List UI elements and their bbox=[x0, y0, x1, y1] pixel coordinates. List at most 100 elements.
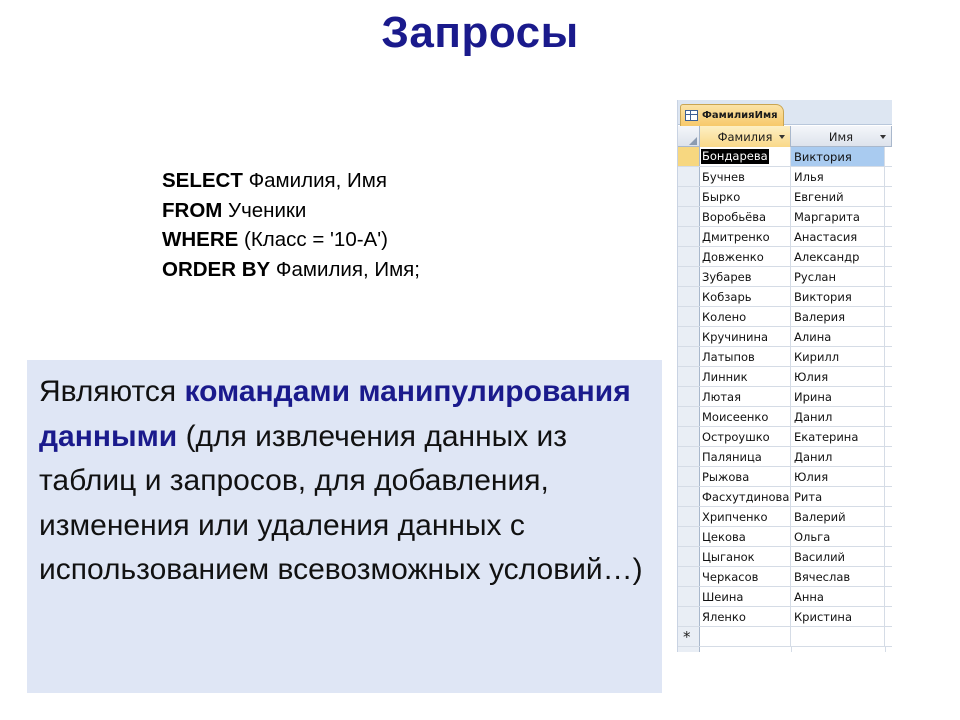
table-row[interactable]: Рыжова Юлия bbox=[678, 467, 892, 487]
table-row[interactable]: Лютая Ирина bbox=[678, 387, 892, 407]
cell-imya[interactable]: Анастасия bbox=[791, 227, 885, 246]
cell-imya[interactable]: Евгений bbox=[791, 187, 885, 206]
cell-imya[interactable]: Руслан bbox=[791, 267, 885, 286]
record-selector[interactable] bbox=[678, 567, 700, 586]
table-row[interactable]: Бырко Евгений bbox=[678, 187, 892, 207]
cell-imya[interactable]: Ольга bbox=[791, 527, 885, 546]
table-row[interactable]: Бондарева Виктория bbox=[678, 147, 892, 167]
record-selector[interactable] bbox=[678, 367, 700, 386]
table-row[interactable]: Черкасов Вячеслав bbox=[678, 567, 892, 587]
table-row[interactable]: Довженко Александр bbox=[678, 247, 892, 267]
record-selector[interactable] bbox=[678, 587, 700, 606]
cell-imya[interactable]: Виктория bbox=[791, 147, 885, 166]
cell-imya[interactable]: Кирилл bbox=[791, 347, 885, 366]
table-row[interactable]: Моисеенко Данил bbox=[678, 407, 892, 427]
cell-familiya[interactable]: Бучнев bbox=[700, 167, 791, 186]
record-selector[interactable] bbox=[678, 387, 700, 406]
table-row[interactable]: Цекова Ольга bbox=[678, 527, 892, 547]
table-row[interactable]: Паляница Данил bbox=[678, 447, 892, 467]
record-selector[interactable] bbox=[678, 247, 700, 266]
sort-filter-dropdown-icon[interactable] bbox=[779, 135, 785, 139]
cell-familiya[interactable]: Остроушко bbox=[700, 427, 791, 446]
query-tab[interactable]: ФамилияИмя bbox=[680, 104, 784, 126]
record-selector[interactable] bbox=[678, 307, 700, 326]
record-selector[interactable] bbox=[678, 607, 700, 626]
cell-imya[interactable]: Алина bbox=[791, 327, 885, 346]
record-selector[interactable] bbox=[678, 487, 700, 506]
record-selector[interactable] bbox=[678, 347, 700, 366]
table-row[interactable]: Кобзарь Виктория bbox=[678, 287, 892, 307]
cell-imya[interactable] bbox=[791, 627, 885, 646]
cell-familiya[interactable]: Колено bbox=[700, 307, 791, 326]
cell-familiya[interactable]: Цыганок bbox=[700, 547, 791, 566]
cell-familiya[interactable]: Кручинина bbox=[700, 327, 791, 346]
table-row[interactable]: Фасхутдинова Рита bbox=[678, 487, 892, 507]
record-selector[interactable] bbox=[678, 467, 700, 486]
record-selector[interactable] bbox=[678, 167, 700, 186]
cell-familiya[interactable]: Довженко bbox=[700, 247, 791, 266]
column-header-familiya[interactable]: Фамилия bbox=[700, 126, 791, 147]
record-selector[interactable] bbox=[678, 287, 700, 306]
cell-imya[interactable]: Валерий bbox=[791, 507, 885, 526]
cell-imya[interactable]: Василий bbox=[791, 547, 885, 566]
cell-familiya[interactable]: Рыжова bbox=[700, 467, 791, 486]
cell-familiya[interactable]: Паляница bbox=[700, 447, 791, 466]
cell-familiya[interactable]: Латыпов bbox=[700, 347, 791, 366]
cell-imya[interactable]: Рита bbox=[791, 487, 885, 506]
cell-familiya[interactable]: Хрипченко bbox=[700, 507, 791, 526]
record-selector[interactable] bbox=[678, 527, 700, 546]
record-selector[interactable] bbox=[678, 207, 700, 226]
record-selector[interactable] bbox=[678, 447, 700, 466]
cell-familiya[interactable]: Черкасов bbox=[700, 567, 791, 586]
table-row[interactable]: Латыпов Кирилл bbox=[678, 347, 892, 367]
cell-imya[interactable]: Юлия bbox=[791, 367, 885, 386]
record-selector[interactable] bbox=[678, 147, 700, 166]
record-selector[interactable] bbox=[678, 427, 700, 446]
cell-familiya[interactable]: Моисеенко bbox=[700, 407, 791, 426]
cell-familiya[interactable]: Яленко bbox=[700, 607, 791, 626]
column-header-imya[interactable]: Имя bbox=[791, 126, 892, 147]
table-row[interactable]: Хрипченко Валерий bbox=[678, 507, 892, 527]
table-row[interactable]: Воробьёва Маргарита bbox=[678, 207, 892, 227]
record-selector[interactable] bbox=[678, 267, 700, 286]
record-selector[interactable] bbox=[678, 407, 700, 426]
cell-familiya[interactable]: Бондарева bbox=[700, 147, 791, 166]
cell-familiya[interactable]: Линник bbox=[700, 367, 791, 386]
cell-familiya[interactable]: Фасхутдинова bbox=[700, 487, 791, 506]
table-row[interactable]: Зубарев Руслан bbox=[678, 267, 892, 287]
cell-familiya[interactable]: Цекова bbox=[700, 527, 791, 546]
table-row[interactable]: Дмитренко Анастасия bbox=[678, 227, 892, 247]
table-row[interactable]: Цыганок Василий bbox=[678, 547, 892, 567]
cell-familiya[interactable]: Лютая bbox=[700, 387, 791, 406]
record-selector[interactable] bbox=[678, 227, 700, 246]
cell-imya[interactable]: Маргарита bbox=[791, 207, 885, 226]
cell-imya[interactable]: Илья bbox=[791, 167, 885, 186]
record-selector[interactable] bbox=[678, 187, 700, 206]
cell-familiya[interactable]: Воробьёва bbox=[700, 207, 791, 226]
cell-imya[interactable]: Кристина bbox=[791, 607, 885, 626]
cell-familiya[interactable] bbox=[700, 627, 791, 646]
cell-familiya[interactable]: Дмитренко bbox=[700, 227, 791, 246]
table-row[interactable]: Остроушко Екатерина bbox=[678, 427, 892, 447]
record-selector[interactable] bbox=[678, 547, 700, 566]
table-row[interactable]: Шеина Анна bbox=[678, 587, 892, 607]
cell-imya[interactable]: Виктория bbox=[791, 287, 885, 306]
cell-imya[interactable]: Александр bbox=[791, 247, 885, 266]
table-row[interactable]: Колено Валерия bbox=[678, 307, 892, 327]
cell-familiya[interactable]: Кобзарь bbox=[700, 287, 791, 306]
cell-familiya[interactable]: Бырко bbox=[700, 187, 791, 206]
cell-imya[interactable]: Вячеслав bbox=[791, 567, 885, 586]
cell-familiya[interactable]: Зубарев bbox=[700, 267, 791, 286]
table-row[interactable]: Линник Юлия bbox=[678, 367, 892, 387]
table-row[interactable]: Яленко Кристина bbox=[678, 607, 892, 627]
record-selector[interactable] bbox=[678, 327, 700, 346]
cell-imya[interactable]: Данил bbox=[791, 447, 885, 466]
cell-imya[interactable]: Данил bbox=[791, 407, 885, 426]
table-row[interactable]: Кручинина Алина bbox=[678, 327, 892, 347]
cell-imya[interactable]: Юлия bbox=[791, 467, 885, 486]
cell-familiya[interactable]: Шеина bbox=[700, 587, 791, 606]
record-selector[interactable] bbox=[678, 507, 700, 526]
cell-imya[interactable]: Екатерина bbox=[791, 427, 885, 446]
new-record-row[interactable]: * bbox=[678, 627, 892, 647]
table-row[interactable]: Бучнев Илья bbox=[678, 167, 892, 187]
